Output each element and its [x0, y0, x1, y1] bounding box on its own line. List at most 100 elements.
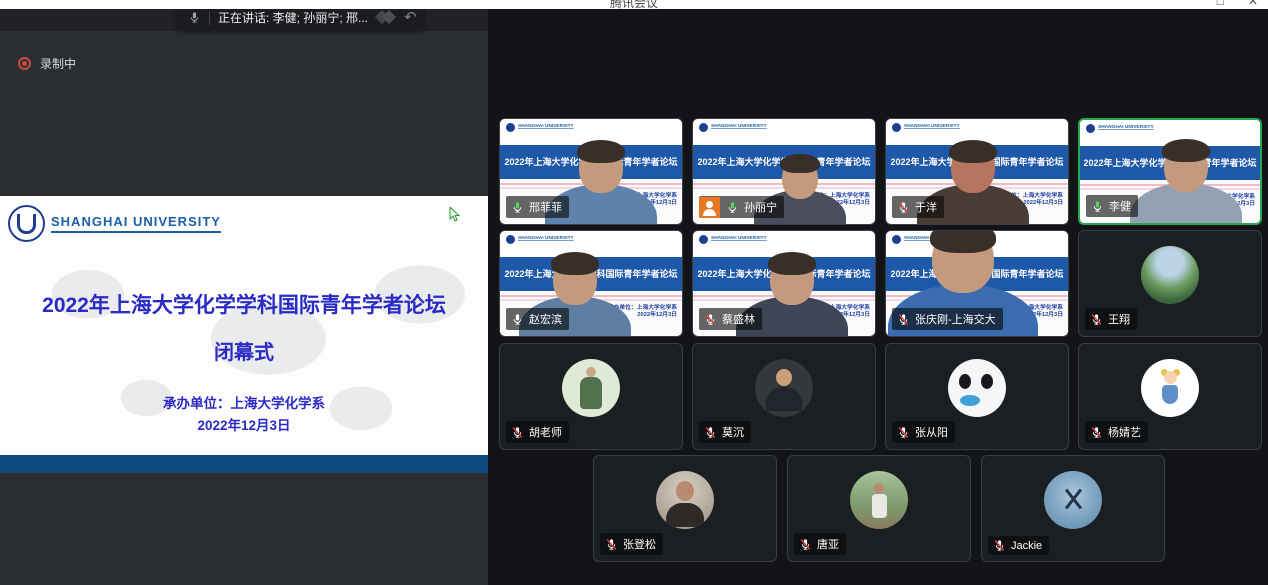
university-logo-icon	[1086, 124, 1095, 133]
participant-name: 孙丽宁	[744, 199, 777, 215]
participant-name: 胡老师	[529, 424, 562, 440]
participant-name: 莫沉	[722, 424, 744, 440]
participant-grid: SHANGHAI UNIVERSITY 2022年上海大学化学学科国际青年学者论…	[488, 9, 1268, 585]
slide-subtitle: 闭幕式	[0, 336, 488, 365]
university-logo-icon	[506, 123, 515, 132]
participant-name-label: 孙丽宁	[699, 196, 784, 218]
grid-row-2: SHANGHAI UNIVERSITY 2022年上海大学化学学科国际青年学者论…	[488, 230, 1268, 337]
slide-organizer: 承办单位：上海大学化学系	[0, 392, 488, 412]
mini-slide-header: SHANGHAI UNIVERSITY	[500, 231, 682, 257]
shared-screen-panel: 录制中 SHANGHAI UNIVERSITY 2022年上海大学化学学科国际青…	[0, 9, 488, 585]
participant-tile[interactable]: 张登松	[593, 455, 777, 562]
person-silhouette	[1130, 142, 1242, 223]
participant-name: 于洋	[915, 199, 937, 215]
avatar	[1141, 246, 1199, 304]
window-title: 腾讯会议	[610, 0, 658, 9]
participant-tile[interactable]: SHANGHAI UNIVERSITY 2022年上海大学化学学科国际青年学者论…	[692, 118, 876, 225]
participant-name: 唐亚	[817, 536, 839, 552]
recording-indicator: 录制中	[18, 55, 76, 72]
participant-name-label: 杨婧艺	[1085, 421, 1148, 443]
mini-slide-header: SHANGHAI UNIVERSITY	[693, 119, 875, 145]
participant-name: 王翔	[1108, 311, 1130, 327]
participant-name-label: 赵宏滨	[506, 308, 569, 330]
maximize-button[interactable]: □	[1217, 0, 1224, 8]
participant-tile[interactable]: 张从阳	[885, 343, 1069, 450]
participant-tile[interactable]: SHANGHAI UNIVERSITY 2022年上海大学化学学科国际青年学者论…	[1078, 118, 1262, 225]
presentation-slide: SHANGHAI UNIVERSITY 2022年上海大学化学学科国际青年学者论…	[0, 196, 488, 455]
avatar	[562, 359, 620, 417]
slide-title: 2022年上海大学化学学科国际青年学者论坛	[0, 289, 488, 319]
mic-muted-icon	[897, 201, 910, 214]
mic-muted-icon	[897, 313, 910, 326]
mic-muted-icon	[605, 538, 618, 551]
mic-muted-icon	[1090, 426, 1103, 439]
participant-name: 张从阳	[915, 424, 948, 440]
speaking-label: 正在讲话: 李健; 孙丽宁; 邢...	[218, 9, 368, 26]
participant-name: 杨婧艺	[1108, 424, 1141, 440]
participant-tile[interactable]: SHANGHAI UNIVERSITY 2022年上海大学化学学科国际青年学者论…	[499, 230, 683, 337]
mic-icon	[511, 313, 524, 326]
grid-row-1: SHANGHAI UNIVERSITY 2022年上海大学化学学科国际青年学者论…	[488, 118, 1268, 225]
mic-muted-icon	[1090, 313, 1103, 326]
university-name: SHANGHAI UNIVERSITY	[51, 214, 221, 233]
participant-tile[interactable]: 胡老师	[499, 343, 683, 450]
participant-name: Jackie	[1011, 540, 1042, 552]
participant-name-label: 唐亚	[794, 533, 846, 555]
avatar	[1044, 471, 1102, 529]
mic-icon	[188, 11, 201, 24]
participant-tile[interactable]: SHANGHAI UNIVERSITY 2022年上海大学化学学科国际青年学者论…	[885, 118, 1069, 225]
mic-muted-icon	[704, 313, 717, 326]
meeting-window: 腾讯会议 □ ✕ 正在讲话: 李健; 孙丽宁; 邢... ↶ 录制中 SHANG…	[0, 0, 1268, 585]
participant-tile[interactable]: 莫沉	[692, 343, 876, 450]
participant-name-label: 张登松	[600, 533, 663, 555]
participant-name-label: 于洋	[892, 196, 944, 218]
recording-label: 录制中	[40, 55, 76, 72]
mouse-cursor-icon	[449, 207, 461, 222]
participant-name: 张登松	[623, 536, 656, 552]
university-logo-icon	[506, 235, 515, 244]
mic-icon	[511, 201, 524, 214]
participant-name: 李健	[1109, 198, 1131, 214]
record-icon	[18, 57, 31, 70]
participant-tile[interactable]: Jackie	[981, 455, 1165, 562]
grid-row-4: 张登松 唐亚 Jackie	[488, 455, 1268, 562]
avatar	[850, 471, 908, 529]
participant-name-label: 张庆刚-上海交大	[892, 308, 1003, 330]
avatar	[1141, 359, 1199, 417]
participant-tile[interactable]: SHANGHAI UNIVERSITY 2022年上海大学化学学科国际青年学者论…	[499, 118, 683, 225]
participant-tile[interactable]: SHANGHAI UNIVERSITY 2022年上海大学化学学科国际青年学者论…	[885, 230, 1069, 337]
mic-muted-icon	[704, 426, 717, 439]
close-button[interactable]: ✕	[1248, 0, 1258, 8]
participant-name-label: 邢菲菲	[506, 196, 569, 218]
university-logo-icon	[699, 123, 708, 132]
slide-date: 2022年12月3日	[0, 414, 488, 434]
undo-arrow-icon[interactable]: ↶	[404, 10, 417, 25]
university-name: SHANGHAI UNIVERSITY	[711, 123, 767, 129]
participant-name: 蔡盛林	[722, 311, 755, 327]
participant-name-label: Jackie	[988, 536, 1049, 555]
grid-row-3: 胡老师 莫沉 张从阳 杨婧艺	[488, 343, 1268, 450]
avatar	[755, 359, 813, 417]
mic-icon	[1091, 200, 1104, 213]
mic-muted-icon	[993, 539, 1006, 552]
slide-bottom-bar	[0, 455, 488, 473]
participant-name-label: 李健	[1086, 195, 1138, 217]
participant-name-label: 张从阳	[892, 421, 955, 443]
university-name: SHANGHAI UNIVERSITY	[518, 235, 574, 241]
participant-name-label: 王翔	[1085, 308, 1137, 330]
participant-tile[interactable]: SHANGHAI UNIVERSITY 2022年上海大学化学学科国际青年学者论…	[692, 230, 876, 337]
participant-name: 张庆刚-上海交大	[915, 311, 996, 327]
participant-tile[interactable]: 王翔	[1078, 230, 1262, 337]
mic-muted-icon	[799, 538, 812, 551]
university-name: SHANGHAI UNIVERSITY	[1098, 124, 1154, 130]
participant-name-label: 莫沉	[699, 421, 751, 443]
participant-tile[interactable]: 唐亚	[787, 455, 971, 562]
university-name: SHANGHAI UNIVERSITY	[711, 235, 767, 241]
participant-tile[interactable]: 杨婧艺	[1078, 343, 1262, 450]
participant-name: 邢菲菲	[529, 199, 562, 215]
university-logo-icon	[699, 235, 708, 244]
divider	[209, 11, 210, 25]
mic-icon	[726, 201, 739, 214]
annotation-icon[interactable]	[376, 9, 398, 26]
mic-muted-icon	[897, 426, 910, 439]
